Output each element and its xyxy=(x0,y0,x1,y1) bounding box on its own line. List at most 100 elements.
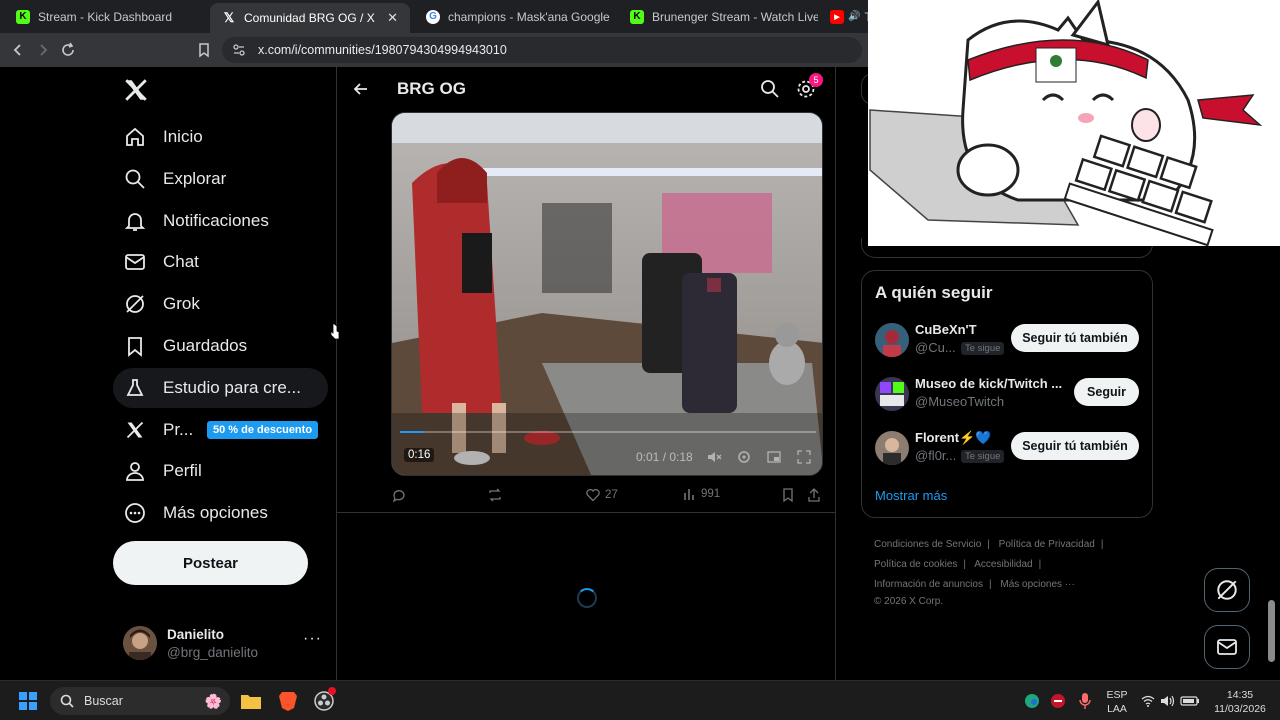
time: 14:35 xyxy=(1226,689,1254,701)
messages-fab[interactable] xyxy=(1204,625,1250,669)
search-icon[interactable] xyxy=(759,78,781,100)
volume-mute-icon[interactable] xyxy=(706,449,722,465)
tab-comunidad-brg[interactable]: 𝕏 Comunidad BRG OG / X ✕ xyxy=(210,3,410,33)
url-field[interactable]: x.com/i/communities/1980794304994943010 xyxy=(222,37,862,63)
reply-button[interactable] xyxy=(391,487,407,503)
nav-item-grok[interactable]: Grok xyxy=(113,284,200,324)
youtube-icon: ▶ xyxy=(830,9,844,24)
notification-count-badge: 5 xyxy=(809,73,823,87)
tab-youtube[interactable]: ▶ 🔊 T xyxy=(822,0,868,33)
input-language[interactable]: ESP LAA xyxy=(1100,688,1134,716)
more-icon[interactable]: ··· xyxy=(303,630,322,648)
video-player[interactable]: 0:16 0:01 / 0:18 xyxy=(391,112,823,476)
post-button[interactable]: Postear xyxy=(113,541,308,585)
folder-icon xyxy=(241,695,261,709)
nav-item-estudio[interactable]: Estudio para cre... xyxy=(113,368,328,408)
loading-spinner-icon xyxy=(577,588,597,608)
follows-you-chip: Te sigue xyxy=(961,342,1005,355)
footer-link[interactable]: Más opciones ··· xyxy=(1000,579,1074,590)
footer-link[interactable]: Política de Privacidad xyxy=(999,539,1095,550)
forward-arrow-icon xyxy=(40,44,48,56)
file-explorer-button[interactable] xyxy=(239,689,263,713)
nav-label: Inicio xyxy=(163,127,203,146)
more-circle-icon xyxy=(123,501,147,525)
tab-google-champions[interactable]: G champions - Mask'ana Google xyxy=(414,0,614,33)
nav-label: Pr... xyxy=(163,420,194,439)
nav-label: Guardados xyxy=(163,336,248,355)
wifi-icon[interactable] xyxy=(1140,689,1156,713)
footer-links: Condiciones de Servicio | Política de Pri… xyxy=(874,539,1104,607)
forward-button[interactable] xyxy=(30,37,56,63)
views-button[interactable]: 991 xyxy=(683,487,720,501)
brave-browser-button[interactable] xyxy=(276,689,300,713)
tray-app-icon[interactable] xyxy=(1022,689,1042,713)
tab-kick-dashboard[interactable]: K Stream - Kick Dashboard xyxy=(4,0,204,33)
user-name: Museo de kick/Twitch ... xyxy=(915,376,1063,391)
fullscreen-icon[interactable] xyxy=(796,449,812,465)
scrollbar[interactable] xyxy=(1268,600,1275,662)
main-column: BRG OG 5 0:16 0:01 / 0:18 27 991 xyxy=(336,67,836,680)
volume-icon[interactable] xyxy=(1160,689,1176,713)
share-button[interactable] xyxy=(807,487,821,503)
keyboard-layout: LAA xyxy=(1107,703,1127,715)
nav-label: Más opciones xyxy=(163,503,268,522)
account-name: Danielito xyxy=(167,627,225,642)
nav-item-guardados[interactable]: Guardados xyxy=(113,326,247,366)
recording-dot-icon xyxy=(328,687,336,695)
nav-item-chat[interactable]: Chat xyxy=(113,242,199,282)
follow-suggestion[interactable]: CuBeXn'T @Cu... Te sigue Seguir tú tambi… xyxy=(875,321,1145,361)
language-code: ESP xyxy=(1106,689,1128,701)
footer-link[interactable]: Condiciones de Servicio xyxy=(874,539,981,550)
stream-overlay-cat xyxy=(868,0,1280,246)
follow-button[interactable]: Seguir xyxy=(1074,378,1139,406)
x-logo-icon[interactable] xyxy=(123,77,149,103)
microphone-button[interactable] xyxy=(1075,689,1095,713)
speaker-icon: 🔊 xyxy=(848,11,861,22)
home-icon xyxy=(123,125,147,149)
settings-icon[interactable] xyxy=(736,449,752,465)
taskbar-search[interactable]: Buscar 🌸 xyxy=(50,687,230,715)
avatar xyxy=(875,323,909,357)
mail-icon xyxy=(1217,639,1237,655)
tray-app-icon[interactable] xyxy=(1048,689,1068,713)
footer-link[interactable]: Política de cookies xyxy=(874,559,957,570)
nav-item-premium[interactable]: Pr... 50 % de descuento xyxy=(113,410,328,450)
bookmark-page-button[interactable] xyxy=(191,37,217,63)
obs-button[interactable] xyxy=(312,687,336,713)
clock[interactable]: 14:35 11/03/2026 xyxy=(1208,688,1272,716)
show-more-link[interactable]: Mostrar más xyxy=(875,488,947,503)
follow-button[interactable]: Seguir tú también xyxy=(1011,324,1139,352)
who-to-follow-card: A quién seguir CuBeXn'T @Cu... Te sigue … xyxy=(861,270,1153,518)
nav-item-notificaciones[interactable]: Notificaciones xyxy=(113,201,269,241)
nav-item-mas-opciones[interactable]: Más opciones xyxy=(113,493,268,533)
account-switcher[interactable]: Danielito @brg_danielito ··· xyxy=(123,624,323,664)
nav-item-explorar[interactable]: Explorar xyxy=(113,159,226,199)
back-button[interactable] xyxy=(5,37,31,63)
footer-link[interactable]: Accesibilidad xyxy=(974,559,1032,570)
reload-button[interactable] xyxy=(55,37,81,63)
tab-brunenger-stream[interactable]: K Brunenger Stream - Watch Live on Ki xyxy=(618,0,818,33)
like-button[interactable]: 27 xyxy=(585,487,618,503)
microphone-icon xyxy=(1079,693,1091,709)
close-icon[interactable]: ✕ xyxy=(387,10,398,26)
picture-in-picture-icon[interactable] xyxy=(766,449,782,465)
view-count: 991 xyxy=(701,488,721,500)
site-settings-icon[interactable] xyxy=(232,43,246,57)
grok-fab[interactable] xyxy=(1204,568,1250,612)
follow-button[interactable]: Seguir tú también xyxy=(1011,432,1139,460)
back-button[interactable] xyxy=(349,77,373,101)
tab-title: Stream - Kick Dashboard xyxy=(38,9,173,24)
like-count: 27 xyxy=(605,489,618,501)
follow-suggestion[interactable]: Museo de kick/Twitch ... @MuseoTwitch Se… xyxy=(875,375,1145,415)
start-button[interactable] xyxy=(16,689,40,713)
nav-item-perfil[interactable]: Perfil xyxy=(113,451,202,491)
bookmark-icon xyxy=(199,43,209,58)
bookmark-button[interactable] xyxy=(781,487,795,503)
video-progress-track[interactable] xyxy=(400,431,816,433)
nav-item-inicio[interactable]: Inicio xyxy=(113,117,203,157)
battery-icon[interactable] xyxy=(1180,689,1200,713)
video-frame xyxy=(392,113,822,475)
repost-button[interactable] xyxy=(487,487,503,503)
footer-link[interactable]: Información de anuncios xyxy=(874,579,983,590)
follow-suggestion[interactable]: Florent⚡💙 @fl0r... Te sigue Seguir tú ta… xyxy=(875,429,1145,469)
